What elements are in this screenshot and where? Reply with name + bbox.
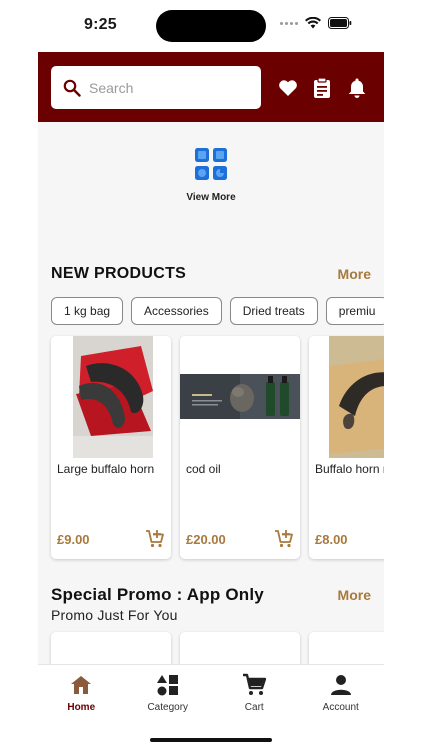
nav-home[interactable]: Home bbox=[38, 665, 125, 724]
nav-account-label: Account bbox=[322, 702, 359, 713]
product-card[interactable]: cod oil £20.00 bbox=[180, 336, 300, 559]
promo-products-list bbox=[51, 632, 384, 666]
wishlist-button[interactable] bbox=[277, 77, 299, 99]
home-indicator bbox=[150, 738, 272, 742]
chip-1kg-bag[interactable]: 1 kg bag bbox=[51, 297, 124, 325]
nav-cart[interactable]: Cart bbox=[211, 665, 298, 724]
new-products-list: Large buffalo horn £9.00 cod oil £20.00 … bbox=[51, 336, 384, 559]
wifi-icon bbox=[305, 17, 321, 29]
search-icon bbox=[63, 79, 81, 97]
battery-icon bbox=[328, 17, 352, 29]
product-image bbox=[180, 336, 300, 458]
view-more-button[interactable]: View More bbox=[38, 147, 384, 203]
product-card[interactable]: Buffalo horn medium £8.00 bbox=[309, 336, 384, 559]
view-more-label: View More bbox=[186, 192, 236, 203]
heart-icon bbox=[279, 80, 297, 96]
status-icons bbox=[280, 17, 352, 29]
app-screen: View More NEW PRODUCTS More 1 kg bag Acc… bbox=[38, 52, 384, 666]
promo-card[interactable] bbox=[180, 632, 300, 666]
account-icon bbox=[330, 675, 351, 695]
product-image bbox=[309, 336, 384, 458]
categories-grid-icon bbox=[195, 148, 227, 180]
chip-premium[interactable]: premiu bbox=[325, 297, 384, 325]
category-icon bbox=[156, 675, 178, 696]
promo-header: Special Promo : App Only More bbox=[51, 585, 371, 605]
add-to-cart-icon[interactable] bbox=[274, 529, 294, 549]
promo-card[interactable] bbox=[309, 632, 384, 666]
promo-more-link[interactable]: More bbox=[338, 587, 371, 603]
promo-subtitle: Promo Just For You bbox=[51, 607, 178, 623]
clipboard-icon bbox=[314, 77, 330, 98]
nav-category[interactable]: Category bbox=[125, 665, 212, 724]
cart-icon bbox=[243, 673, 267, 695]
product-price: £9.00 bbox=[57, 532, 90, 547]
product-card[interactable]: Large buffalo horn £9.00 bbox=[51, 336, 171, 559]
product-name: Large buffalo horn bbox=[57, 462, 155, 476]
new-products-title: NEW PRODUCTS bbox=[51, 265, 187, 282]
bottom-nav: Home Category Cart Account bbox=[38, 664, 384, 724]
product-image bbox=[51, 632, 171, 666]
nav-category-label: Category bbox=[147, 702, 189, 713]
product-image bbox=[51, 336, 171, 458]
chip-dried-treats[interactable]: Dried treats bbox=[229, 297, 318, 325]
search-input[interactable] bbox=[89, 79, 239, 96]
product-name: Buffalo horn medium bbox=[315, 462, 384, 476]
status-time: 9:25 bbox=[84, 16, 117, 33]
new-products-more-link[interactable]: More bbox=[338, 266, 371, 282]
signal-icon bbox=[280, 21, 298, 25]
chip-accessories[interactable]: Accessories bbox=[131, 297, 222, 325]
home-icon bbox=[71, 676, 92, 694]
nav-account[interactable]: Account bbox=[298, 665, 385, 724]
notifications-button[interactable] bbox=[346, 77, 368, 99]
product-price: £8.00 bbox=[315, 532, 348, 547]
dynamic-island bbox=[156, 10, 266, 42]
category-chips: 1 kg bag Accessories Dried treats premiu bbox=[51, 297, 384, 325]
product-image bbox=[180, 632, 300, 666]
nav-cart-label: Cart bbox=[244, 702, 264, 713]
status-bar: 9:25 bbox=[0, 0, 422, 52]
promo-card[interactable] bbox=[51, 632, 171, 666]
orders-button[interactable] bbox=[311, 77, 333, 99]
new-products-header: NEW PRODUCTS More bbox=[51, 265, 371, 283]
nav-home-label: Home bbox=[67, 702, 96, 713]
add-to-cart-icon[interactable] bbox=[145, 529, 165, 549]
bell-icon bbox=[348, 78, 366, 98]
promo-title: Special Promo : App Only bbox=[51, 585, 264, 604]
product-price: £20.00 bbox=[186, 532, 226, 547]
product-name: cod oil bbox=[186, 462, 221, 476]
app-header bbox=[38, 52, 384, 122]
product-image bbox=[309, 632, 384, 666]
search-bar[interactable] bbox=[51, 66, 261, 109]
